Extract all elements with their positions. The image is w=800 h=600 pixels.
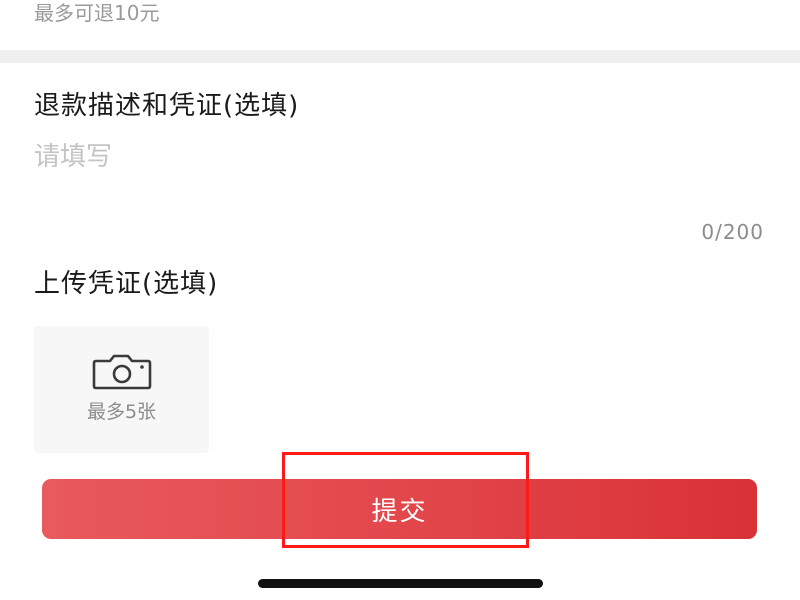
upload-limit-text: 最多5张 — [86, 401, 157, 423]
submit-button[interactable]: 提交 — [42, 479, 757, 539]
refund-amount-card: 最多可退10元 — [0, 0, 800, 50]
upload-title: 上传凭证(选填) — [34, 269, 219, 299]
refund-form-page: 最多可退10元 退款描述和凭证(选填) 0/200 上传凭证(选填) 最多5张 … — [0, 0, 800, 600]
home-indicator[interactable] — [258, 579, 543, 588]
section-divider — [0, 50, 800, 63]
description-title: 退款描述和凭证(选填) — [34, 91, 300, 121]
max-refund-text: 最多可退10元 — [34, 1, 160, 25]
description-input[interactable] — [34, 140, 764, 210]
char-counter: 0/200 — [701, 220, 764, 244]
upload-photo-button[interactable]: 最多5张 — [34, 326, 209, 453]
camera-icon — [92, 354, 152, 390]
